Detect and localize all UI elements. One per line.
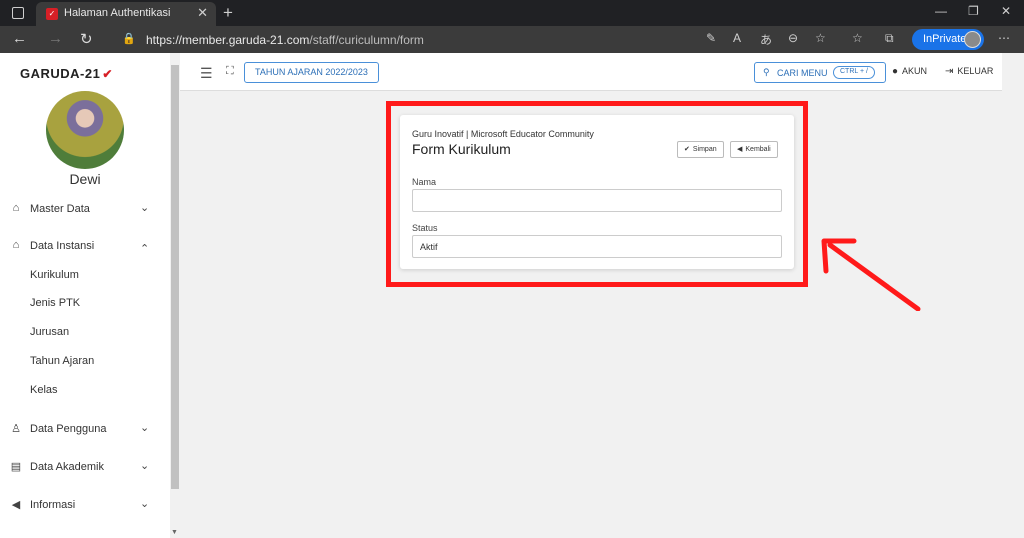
tab-title: Halaman Authentikasi bbox=[64, 7, 171, 19]
sidebar-subitem-jenis-ptk[interactable]: Jenis PTK bbox=[30, 297, 80, 309]
highlight-box bbox=[386, 101, 808, 287]
fullscreen-icon[interactable]: ⛶ bbox=[226, 65, 234, 78]
forward-icon[interactable]: → bbox=[48, 30, 63, 47]
annotation-arrow-icon bbox=[821, 238, 921, 311]
account-label: AKUN bbox=[902, 66, 928, 76]
close-tab-icon[interactable]: ✕ bbox=[197, 5, 208, 21]
search-menu-label: CARI MENU bbox=[777, 68, 828, 78]
translate-icon[interactable]: あ bbox=[760, 31, 772, 48]
collections-icon[interactable]: ⧉ bbox=[885, 31, 894, 46]
sidebar-scrollbar[interactable]: ▼ bbox=[170, 53, 180, 538]
chevron-down-icon: ⌄ bbox=[140, 202, 150, 214]
url-text: https://member.garuda-21.com/staff/curic… bbox=[146, 33, 424, 47]
edit-icon[interactable]: ✎ bbox=[706, 31, 716, 45]
address-bar-row: ← → ↻ 🔒 https://member.garuda-21.com/sta… bbox=[0, 26, 1024, 53]
site-favicon-icon: ✓ bbox=[46, 8, 58, 20]
profile-name: Dewi bbox=[69, 171, 101, 187]
sidebar-item-master-data[interactable]: ⌂ Master Data ⌄ bbox=[0, 200, 170, 220]
chevron-up-icon: ⌃ bbox=[140, 243, 150, 255]
sidebar: GARUDA-21 ✔ Dewi ⌂ Master Data ⌄ ⌂ Data I… bbox=[0, 53, 170, 538]
sidebar-item-label: Master Data bbox=[30, 203, 90, 215]
read-aloud-icon[interactable]: A bbox=[733, 31, 741, 45]
sidebar-subitem-kelas[interactable]: Kelas bbox=[30, 384, 58, 396]
academic-year-button[interactable]: TAHUN AJARAN 2022/2023 bbox=[244, 62, 379, 83]
url-field[interactable]: 🔒 https://member.garuda-21.com/staff/cur… bbox=[112, 29, 702, 50]
logo-text: GARUDA-21 bbox=[20, 66, 101, 81]
logout-button[interactable]: ⇥ KELUAR bbox=[945, 66, 993, 77]
new-tab-icon[interactable]: + bbox=[223, 3, 233, 23]
sidebar-subitem-tahun-ajaran[interactable]: Tahun Ajaran bbox=[30, 355, 94, 367]
sidebar-item-data-akademik[interactable]: ▤ Data Akademik ⌄ bbox=[0, 458, 170, 478]
sidebar-item-informasi[interactable]: ◀ Informasi ⌄ bbox=[0, 496, 170, 516]
tab-actions-icon[interactable] bbox=[12, 7, 24, 19]
window-close-icon[interactable]: ✕ bbox=[1001, 4, 1011, 18]
search-shortcut-badge: CTRL + / bbox=[833, 66, 875, 79]
restore-icon[interactable]: ❐ bbox=[968, 4, 979, 18]
minimize-icon[interactable]: — bbox=[935, 4, 947, 18]
megaphone-icon: ◀ bbox=[11, 499, 21, 511]
account-button[interactable]: ● AKUN bbox=[892, 66, 927, 77]
sidebar-item-label: Data Akademik bbox=[30, 461, 104, 473]
chevron-down-icon: ⌄ bbox=[140, 460, 150, 472]
top-navbar: ☰ ⛶ TAHUN AJARAN 2022/2023 ⚲ CARI MENU C… bbox=[180, 53, 1002, 91]
back-icon[interactable]: ← bbox=[12, 30, 27, 47]
search-icon: ⚲ bbox=[763, 67, 770, 77]
chevron-down-icon: ⌄ bbox=[140, 422, 150, 434]
sidebar-subitem-kurikulum[interactable]: Kurikulum bbox=[30, 269, 79, 281]
sidebar-subitem-jurusan[interactable]: Jurusan bbox=[30, 326, 69, 338]
home-icon: ⌂ bbox=[12, 202, 20, 214]
sidebar-item-label: Informasi bbox=[30, 499, 76, 511]
zoom-icon[interactable]: ⊖ bbox=[788, 31, 798, 45]
inprivate-label: InPrivate bbox=[923, 33, 967, 45]
refresh-icon[interactable]: ↻ bbox=[80, 30, 93, 48]
sidebar-item-label: Data Instansi bbox=[30, 240, 95, 252]
sidebar-item-data-instansi[interactable]: ⌂ Data Instansi ⌃ bbox=[0, 237, 170, 257]
institution-icon: ⌂ bbox=[12, 239, 20, 251]
search-menu-button[interactable]: ⚲ CARI MENU CTRL + / bbox=[754, 62, 886, 83]
lock-icon: 🔒 bbox=[122, 33, 136, 45]
favorites-icon[interactable]: ☆ bbox=[852, 31, 863, 45]
chevron-down-icon: ⌄ bbox=[140, 498, 150, 510]
book-icon: ▤ bbox=[10, 461, 22, 473]
inprivate-badge[interactable]: InPrivate bbox=[912, 29, 984, 50]
user-icon: ♙ bbox=[11, 423, 21, 435]
browser-tab-bar: ✓ Halaman Authentikasi ✕ + — ❐ ✕ bbox=[0, 0, 1024, 26]
browser-tab[interactable]: ✓ Halaman Authentikasi ✕ bbox=[36, 2, 216, 26]
logout-label: KELUAR bbox=[957, 66, 994, 76]
scrollbar-thumb[interactable] bbox=[171, 65, 179, 489]
garuda-bird-icon: ✔ bbox=[102, 67, 113, 81]
more-menu-icon[interactable]: ⋯ bbox=[998, 31, 1010, 45]
logout-icon: ⇥ bbox=[945, 66, 954, 77]
hamburger-menu-icon[interactable]: ☰ bbox=[200, 65, 213, 82]
scroll-down-arrow-icon[interactable]: ▼ bbox=[171, 529, 178, 536]
profile-avatar-icon bbox=[964, 31, 981, 48]
brand-logo[interactable]: GARUDA-21 ✔ bbox=[20, 66, 113, 81]
favorite-star-icon[interactable]: ☆ bbox=[815, 31, 826, 45]
page-content: GARUDA-21 ✔ Dewi ⌂ Master Data ⌄ ⌂ Data I… bbox=[0, 53, 1024, 538]
sidebar-item-label: Data Pengguna bbox=[30, 423, 107, 435]
profile-avatar bbox=[46, 91, 124, 169]
account-circle-icon: ● bbox=[892, 66, 899, 77]
sidebar-item-data-pengguna[interactable]: ♙ Data Pengguna ⌄ bbox=[0, 420, 170, 440]
